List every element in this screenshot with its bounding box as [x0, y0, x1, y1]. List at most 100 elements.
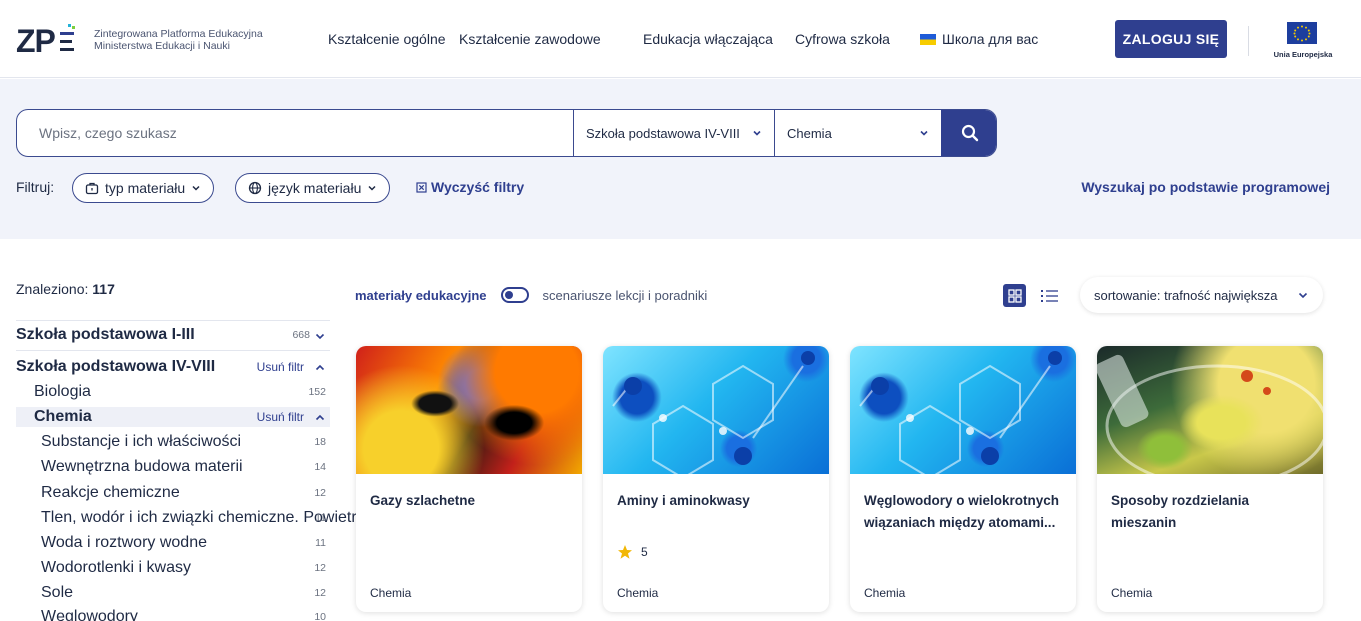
school-level-select[interactable]: Szkoła podstawowa IV-VIII [573, 110, 774, 156]
nav-ksztalcenie-zawodowe[interactable]: Kształcenie zawodowe [459, 31, 601, 47]
card-title: Węglowodory o wielokrotnych wiązaniach m… [864, 493, 1060, 530]
sidebar-topic-label: Substancje i ich właściwości [41, 433, 242, 450]
briefcase-icon [85, 182, 99, 195]
platform-line-1: Zintegrowana Platforma Edukacyjna [94, 28, 263, 40]
sidebar-divider [16, 320, 330, 321]
card-title: Aminy i aminokwasy [617, 493, 750, 508]
nav-cyfrowa-szkola[interactable]: Cyfrowa szkoła [795, 31, 890, 47]
sidebar-topic[interactable]: Substancje i ich właściwości 18 [16, 432, 330, 452]
material-card[interactable]: Sposoby rozdzielania mieszanin Chemia [1097, 346, 1323, 612]
sidebar-topic[interactable]: Węglowodory 10 [16, 607, 330, 621]
material-card[interactable]: Aminy i aminokwasy 5 Chemia [603, 346, 829, 612]
results-count-label: Znaleziono: [16, 281, 89, 297]
clear-filters-label: Wyczyść filtry [431, 179, 525, 195]
sidebar-topic-label: Wodorotlenki i kwasy [41, 559, 191, 576]
sidebar-topic-count: 12 [314, 587, 326, 599]
search-button[interactable] [941, 110, 996, 156]
platform-name: Zintegrowana Platforma Edukacyjna Minist… [94, 28, 263, 52]
material-card[interactable]: Węglowodory o wielokrotnych wiązaniach m… [850, 346, 1076, 612]
petri-dish-illustration [1097, 354, 1323, 488]
chevron-down-icon [192, 185, 200, 191]
card-rating-value: 5 [641, 545, 648, 559]
sidebar-topic-count: 11 [315, 512, 326, 524]
tab-lesson-scenarios[interactable]: scenariusze lekcji i poradniki [543, 288, 708, 303]
sidebar-topic-label: Węglowodory [41, 608, 138, 621]
sidebar-topic-count: 11 [315, 537, 326, 549]
sort-select[interactable]: sortowanie: trafność największa [1080, 277, 1323, 313]
sidebar-topic-label: Woda i roztwory wodne [41, 534, 207, 551]
sidebar-subject-biologia[interactable]: Biologia 152 [16, 382, 330, 402]
nav-school-for-you[interactable]: Школа для вас [920, 31, 1038, 47]
chevron-down-icon [1297, 289, 1309, 304]
filter-label: Filtruj: [16, 179, 55, 195]
remove-filter-link[interactable]: Usuń filtr [257, 360, 304, 374]
card-thumbnail [356, 346, 582, 474]
molecule-illustration [612, 351, 815, 480]
search-by-curriculum-link[interactable]: Wyszukaj po podstawie programowej [1081, 179, 1330, 195]
sidebar-topic-label: Wewnętrzna budowa materii [41, 458, 243, 475]
nav-edukacja-wlaczajaca[interactable]: Edukacja włączająca [643, 31, 773, 47]
material-type-switch: materiały edukacyjne scenariusze lekcji … [355, 287, 707, 303]
top-header: ZP Zintegrowana Platforma Edukacyjna Min… [0, 0, 1361, 78]
star-icon [618, 545, 632, 559]
chevron-down-icon [314, 329, 326, 347]
sidebar-topic[interactable]: Wewnętrzna budowa materii 14 [16, 457, 330, 477]
clear-filters-button[interactable]: Wyczyść filtry [416, 179, 524, 195]
sidebar-topic-count: 12 [314, 562, 326, 574]
sidebar-topic[interactable]: Sole 12 [16, 583, 330, 603]
card-title: Sposoby rozdzielania mieszanin [1111, 493, 1250, 530]
chevron-up-icon [314, 411, 326, 429]
sidebar-subject-chemia[interactable]: Chemia Usuń filtr [16, 407, 330, 427]
material-type-label: typ materiału [105, 180, 186, 196]
subject-select[interactable]: Chemia [774, 110, 941, 156]
header-divider [1248, 26, 1249, 56]
card-subject: Chemia [617, 586, 659, 600]
search-input[interactable] [17, 110, 573, 156]
sidebar-topic[interactable]: Reakcje chemiczne 12 [16, 483, 330, 503]
list-icon [1040, 289, 1058, 302]
nav-ksztalcenie-ogolne[interactable]: Kształcenie ogólne [328, 31, 446, 47]
card-thumbnail [1097, 346, 1323, 488]
sidebar-topic[interactable]: Tlen, wodór i ich związki chemiczne. Pow… [16, 508, 374, 528]
grid-view-button[interactable] [1003, 284, 1026, 307]
card-subject: Chemia [1111, 586, 1153, 600]
chevron-up-icon [314, 361, 326, 379]
sidebar-group-sp-4-8[interactable]: Szkoła podstawowa IV-VIII Usuń filtr [16, 357, 330, 377]
sidebar-topic-count: 12 [314, 487, 326, 499]
card-subject: Chemia [370, 586, 412, 600]
material-card[interactable]: Gazy szlachetne Chemia [356, 346, 582, 612]
card-title: Gazy szlachetne [370, 493, 476, 508]
sidebar-group-label: Szkoła podstawowa IV-VIII [16, 358, 216, 375]
platform-line-2: Ministerstwa Edukacji i Nauki [94, 40, 230, 52]
molecule-illustration [859, 351, 1062, 480]
ukraine-flag-icon [920, 34, 936, 45]
material-language-filter[interactable]: język materiału [235, 173, 391, 203]
material-type-filter[interactable]: typ materiału [72, 173, 215, 203]
login-button[interactable]: ZALOGUJ SIĘ [1115, 20, 1227, 58]
sidebar-topic[interactable]: Woda i roztwory wodne 11 [16, 533, 330, 553]
sidebar-topic-label: Reakcje chemiczne [41, 484, 180, 501]
material-language-label: język materiału [268, 180, 362, 196]
chevron-down-icon [919, 126, 929, 141]
remove-filter-link[interactable]: Usuń filtr [257, 410, 304, 424]
results-count-value: 117 [92, 281, 115, 297]
eu-flag-icon [1287, 22, 1317, 44]
list-view-button[interactable] [1038, 284, 1061, 307]
svg-text:ZP: ZP [16, 23, 56, 58]
sidebar-topic-label: Sole [41, 584, 74, 601]
materials-toggle[interactable] [500, 287, 529, 303]
zpe-logo[interactable]: ZP [16, 22, 78, 59]
school-level-value: Szkoła podstawowa IV-VIII [586, 125, 740, 141]
sidebar-subject-label: Chemia [34, 408, 92, 425]
tab-educational-materials[interactable]: materiały edukacyjne [355, 288, 487, 303]
sidebar-topic-count: 10 [314, 611, 326, 621]
sort-value: sortowanie: trafność największa [1094, 287, 1278, 303]
sidebar-topic[interactable]: Wodorotlenki i kwasy 12 [16, 558, 330, 578]
sidebar-topic-count: 18 [314, 436, 326, 448]
sidebar-group-sp-1-3[interactable]: Szkoła podstawowa I-III 668 [16, 325, 330, 345]
subject-value: Chemia [787, 125, 832, 141]
clear-icon [416, 181, 427, 193]
card-rating: 5 [617, 544, 648, 560]
card-subject: Chemia [864, 586, 906, 600]
search-bar: Szkoła podstawowa IV-VIII Chemia [16, 109, 997, 157]
